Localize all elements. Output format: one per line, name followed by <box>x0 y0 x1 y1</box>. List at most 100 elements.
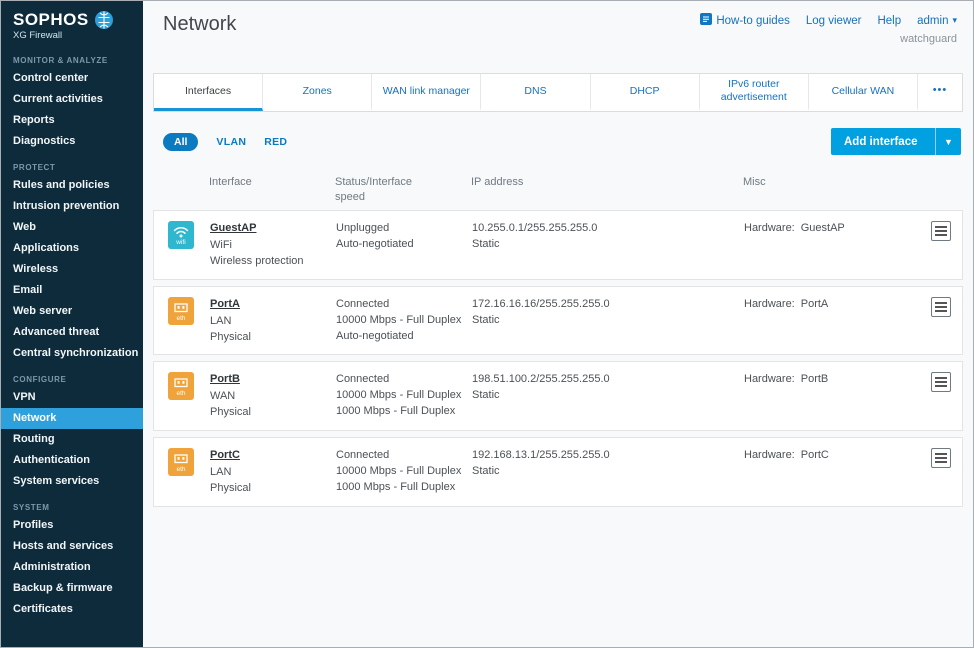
sidebar-item-advanced-threat[interactable]: Advanced threat <box>1 322 143 343</box>
sidebar-item-backup-firmware[interactable]: Backup & firmware <box>1 578 143 599</box>
chevron-down-icon: ▼ <box>935 128 961 155</box>
table-row: eth PortC LAN Physical Connected 10000 M… <box>153 437 963 507</box>
hamburger-icon <box>935 381 947 383</box>
interface-type: WiFi <box>210 238 336 254</box>
sidebar-item-wireless[interactable]: Wireless <box>1 259 143 280</box>
row-menu-button[interactable] <box>931 297 951 317</box>
ethernet-icon: eth <box>168 297 194 325</box>
interface-subtype: Physical <box>210 481 336 497</box>
account-name: watchguard <box>700 33 957 45</box>
table-row: eth PortA LAN Physical Connected 10000 M… <box>153 286 963 356</box>
status-line: Unplugged <box>336 221 472 237</box>
sidebar-item-system-services[interactable]: System services <box>1 471 143 492</box>
sidebar-item-network[interactable]: Network <box>1 408 143 429</box>
sophos-logo: SOPHOS <box>13 10 89 30</box>
filter-all[interactable]: All <box>163 133 198 151</box>
ip-address: 198.51.100.2/255.255.255.0 <box>472 372 744 388</box>
sidebar-item-email[interactable]: Email <box>1 280 143 301</box>
status-line: 1000 Mbps - Full Duplex <box>336 480 472 496</box>
sidebar-item-current-activities[interactable]: Current activities <box>1 89 143 110</box>
tab-zones[interactable]: Zones <box>263 74 372 111</box>
sidebar-item-vpn[interactable]: VPN <box>1 387 143 408</box>
column-header-interface: Interface <box>209 175 335 189</box>
log-viewer-link[interactable]: Log viewer <box>806 15 862 27</box>
interface-link-portc[interactable]: PortC <box>210 448 240 464</box>
nav-section-title-protect: PROTECT <box>1 152 143 175</box>
hamburger-icon <box>935 457 947 459</box>
add-interface-button[interactable]: Add interface ▼ <box>831 128 961 155</box>
misc-value: PortA <box>801 298 829 310</box>
filter-red[interactable]: RED <box>264 136 287 148</box>
sidebar-item-control-center[interactable]: Control center <box>1 68 143 89</box>
status-line: 1000 Mbps - Full Duplex <box>336 404 472 420</box>
help-link[interactable]: Help <box>877 15 901 27</box>
interface-subtype: Wireless protection <box>210 254 336 270</box>
column-header-misc: Misc <box>743 175 921 189</box>
status-line: 10000 Mbps - Full Duplex <box>336 388 472 404</box>
ip-address: 192.168.13.1/255.255.255.0 <box>472 448 744 464</box>
ip-mode: Static <box>472 464 744 480</box>
interfaces-table: Interface Status/Interface speed IP addr… <box>153 169 963 507</box>
filter-vlan[interactable]: VLAN <box>216 136 246 148</box>
hamburger-icon <box>935 230 947 232</box>
product-name: XG Firewall <box>13 30 133 41</box>
row-menu-button[interactable] <box>931 448 951 468</box>
sidebar-item-certificates[interactable]: Certificates <box>1 599 143 620</box>
ip-address: 172.16.16.16/255.255.255.0 <box>472 297 744 313</box>
misc-value: GuestAP <box>801 222 845 234</box>
tab-dns[interactable]: DNS <box>481 74 590 111</box>
tab-wan-link-manager[interactable]: WAN link manager <box>372 74 481 111</box>
status-line: Connected <box>336 448 472 464</box>
ethernet-icon: eth <box>168 372 194 400</box>
sidebar-item-administration[interactable]: Administration <box>1 557 143 578</box>
ip-mode: Static <box>472 388 744 404</box>
sidebar-item-web[interactable]: Web <box>1 217 143 238</box>
misc-value: PortB <box>801 373 829 385</box>
status-line: 10000 Mbps - Full Duplex <box>336 313 472 329</box>
row-menu-button[interactable] <box>931 372 951 392</box>
interface-link-guestap[interactable]: GuestAP <box>210 221 256 237</box>
sophos-logo-icon <box>94 10 114 30</box>
misc-label: Hardware: <box>744 222 795 234</box>
table-row: wifi GuestAP WiFi Wireless protection Un… <box>153 210 963 280</box>
page-title: Network <box>163 13 236 63</box>
interface-subtype: Physical <box>210 405 336 421</box>
sidebar: SOPHOS XG Firewall MONITOR & ANALYZE Con… <box>1 1 143 647</box>
sidebar-item-routing[interactable]: Routing <box>1 429 143 450</box>
sidebar-item-profiles[interactable]: Profiles <box>1 515 143 536</box>
howto-guides-link[interactable]: How-to guides <box>700 13 790 28</box>
misc-value: PortC <box>801 449 829 461</box>
misc-label: Hardware: <box>744 373 795 385</box>
tab-bar: Interfaces Zones WAN link manager DNS DH… <box>153 73 963 112</box>
tab-ipv6-router-advertisement[interactable]: IPv6 router advertisement <box>700 74 809 111</box>
brand: SOPHOS XG Firewall <box>1 1 143 45</box>
sidebar-item-applications[interactable]: Applications <box>1 238 143 259</box>
tab-interfaces[interactable]: Interfaces <box>154 74 263 111</box>
status-line: Connected <box>336 297 472 313</box>
misc-label: Hardware: <box>744 298 795 310</box>
chevron-down-icon: ▾ <box>952 15 957 26</box>
sidebar-item-reports[interactable]: Reports <box>1 110 143 131</box>
tab-cellular-wan[interactable]: Cellular WAN <box>809 74 918 111</box>
column-header-status: Status/Interface speed <box>335 175 439 204</box>
ip-mode: Static <box>472 237 744 253</box>
user-menu[interactable]: admin ▾ <box>917 15 957 27</box>
row-menu-button[interactable] <box>931 221 951 241</box>
sidebar-item-hosts-and-services[interactable]: Hosts and services <box>1 536 143 557</box>
sidebar-item-authentication[interactable]: Authentication <box>1 450 143 471</box>
tab-dhcp[interactable]: DHCP <box>591 74 700 111</box>
more-tabs-button[interactable]: ••• <box>918 74 962 111</box>
interface-link-portb[interactable]: PortB <box>210 372 240 388</box>
sidebar-item-rules-and-policies[interactable]: Rules and policies <box>1 175 143 196</box>
nav-section-title-configure: CONFIGURE <box>1 364 143 387</box>
sidebar-item-intrusion-prevention[interactable]: Intrusion prevention <box>1 196 143 217</box>
sidebar-item-web-server[interactable]: Web server <box>1 301 143 322</box>
sidebar-nav: MONITOR & ANALYZE Control center Current… <box>1 45 143 620</box>
howto-guides-icon <box>700 13 712 28</box>
interface-link-porta[interactable]: PortA <box>210 297 240 313</box>
app-window: SOPHOS XG Firewall MONITOR & ANALYZE Con… <box>0 0 974 648</box>
misc-label: Hardware: <box>744 449 795 461</box>
sidebar-item-diagnostics[interactable]: Diagnostics <box>1 131 143 152</box>
sidebar-item-central-synchronization[interactable]: Central synchronization <box>1 343 143 364</box>
ip-address: 10.255.0.1/255.255.255.0 <box>472 221 744 237</box>
